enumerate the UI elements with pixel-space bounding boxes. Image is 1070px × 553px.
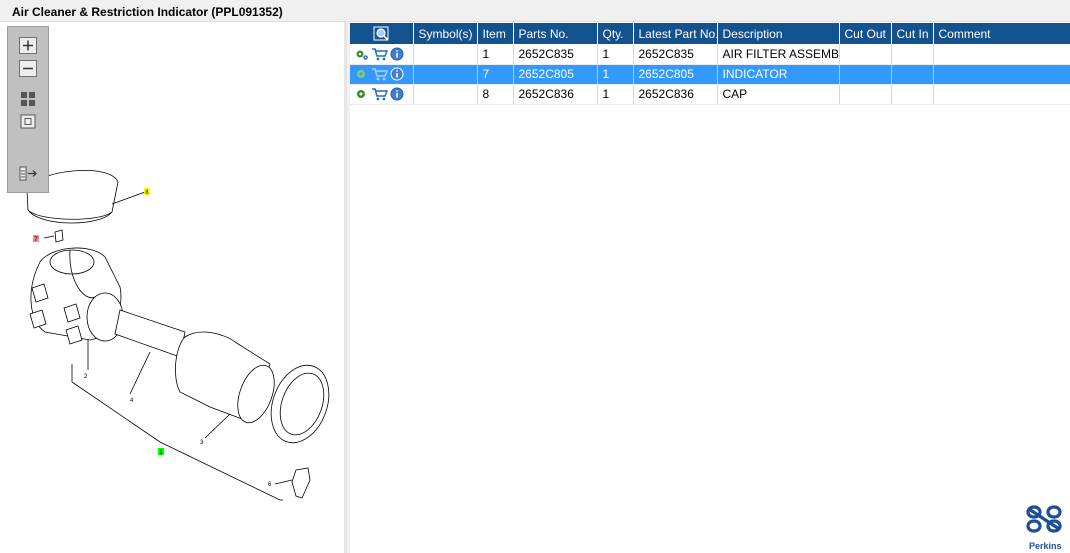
shopping-cart-icon[interactable] — [371, 67, 389, 81]
settings-gear-icon[interactable] — [354, 47, 369, 61]
parts-table: Symbol(s) Item Parts No. Qty. Latest Par… — [350, 23, 1070, 105]
table-row[interactable]: 1 2652C835 1 2652C835 AIR FILTER ASSEMBL… — [350, 44, 1070, 65]
fit-all-button[interactable] — [19, 90, 37, 107]
table-row[interactable]: 8 2652C836 1 2652C836 CAP — [350, 84, 1070, 105]
settings-gear-icon[interactable] — [354, 67, 369, 81]
column-header-comment[interactable]: Comment — [933, 23, 1070, 44]
column-header-symbols[interactable]: Symbol(s) — [413, 23, 478, 44]
cell-symbols — [413, 84, 478, 105]
column-header-description[interactable]: Description — [717, 23, 840, 44]
cell-cut-in — [891, 44, 934, 65]
row-actions — [350, 84, 414, 105]
table-header-row: Symbol(s) Item Parts No. Qty. Latest Par… — [350, 23, 1070, 44]
cell-cut-out — [839, 64, 892, 85]
cell-cut-out — [839, 44, 892, 65]
cell-comment — [933, 84, 1070, 105]
callout-2[interactable]: 2 — [84, 374, 88, 380]
export-list-icon — [19, 166, 37, 181]
info-icon[interactable] — [390, 67, 404, 81]
table-row-selected[interactable]: 7 2652C805 1 2652C805 INDICATOR — [350, 64, 1070, 85]
shopping-cart-icon[interactable] — [371, 87, 389, 101]
zoom-in-button[interactable] — [19, 37, 37, 54]
fit-window-button[interactable] — [19, 113, 37, 130]
cell-description: CAP — [717, 84, 840, 105]
title-bar: Air Cleaner & Restriction Indicator (PPL… — [0, 0, 1070, 22]
callout-3[interactable]: 3 — [200, 440, 204, 446]
brand-name: Perkins — [1029, 541, 1062, 551]
column-header-latest-part-no[interactable]: Latest Part No. — [633, 23, 718, 44]
cell-qty: 1 — [597, 64, 634, 85]
fit-window-icon — [20, 114, 36, 129]
callout-4[interactable]: 4 — [130, 398, 134, 404]
column-header-parts-no[interactable]: Parts No. — [513, 23, 598, 44]
cell-cut-out — [839, 84, 892, 105]
fit-all-icon — [21, 92, 35, 106]
cell-description: INDICATOR — [717, 64, 840, 85]
cell-latest-part-no: 2652C836 — [633, 84, 718, 105]
column-header-cut-out[interactable]: Cut Out — [839, 23, 892, 44]
cell-symbols — [413, 64, 478, 85]
column-header-qty[interactable]: Qty. — [597, 23, 634, 44]
cell-comment — [933, 44, 1070, 65]
settings-gear-icon[interactable] — [354, 87, 369, 101]
column-header-cut-in[interactable]: Cut In — [891, 23, 934, 44]
column-header-item[interactable]: Item — [477, 23, 514, 44]
cell-qty: 1 — [597, 44, 634, 65]
cell-parts-no: 2652C805 — [513, 64, 598, 85]
zoom-out-icon — [23, 67, 33, 70]
cell-cut-in — [891, 64, 934, 85]
info-icon[interactable] — [390, 47, 404, 61]
zoom-out-button[interactable] — [19, 60, 37, 77]
cell-symbols — [413, 44, 478, 65]
diagram-pane[interactable]: 8 7 1 2 3 4 6 — [0, 22, 347, 553]
callout-6[interactable]: 6 — [268, 482, 272, 488]
row-actions — [350, 44, 414, 65]
cell-comment — [933, 64, 1070, 85]
exploded-diagram[interactable]: 8 7 1 2 3 4 6 — [0, 22, 344, 553]
search-parts-icon — [373, 26, 389, 41]
row-actions — [350, 64, 414, 85]
cell-cut-in — [891, 84, 934, 105]
cell-latest-part-no: 2652C805 — [633, 64, 718, 85]
cell-description: AIR FILTER ASSEMBLY — [717, 44, 840, 65]
zoom-in-icon — [23, 40, 33, 51]
cell-parts-no: 2652C835 — [513, 44, 598, 65]
export-list-button[interactable] — [19, 165, 37, 182]
cell-item: 8 — [477, 84, 514, 105]
cell-latest-part-no: 2652C835 — [633, 44, 718, 65]
zoom-toolbar — [7, 26, 49, 193]
cell-item: 1 — [477, 44, 514, 65]
page-title: Air Cleaner & Restriction Indicator (PPL… — [12, 5, 283, 19]
cell-qty: 1 — [597, 84, 634, 105]
shopping-cart-icon[interactable] — [371, 47, 389, 61]
cell-item: 7 — [477, 64, 514, 85]
info-icon[interactable] — [390, 87, 404, 101]
column-header-tools[interactable] — [350, 23, 414, 44]
cell-parts-no: 2652C836 — [513, 84, 598, 105]
